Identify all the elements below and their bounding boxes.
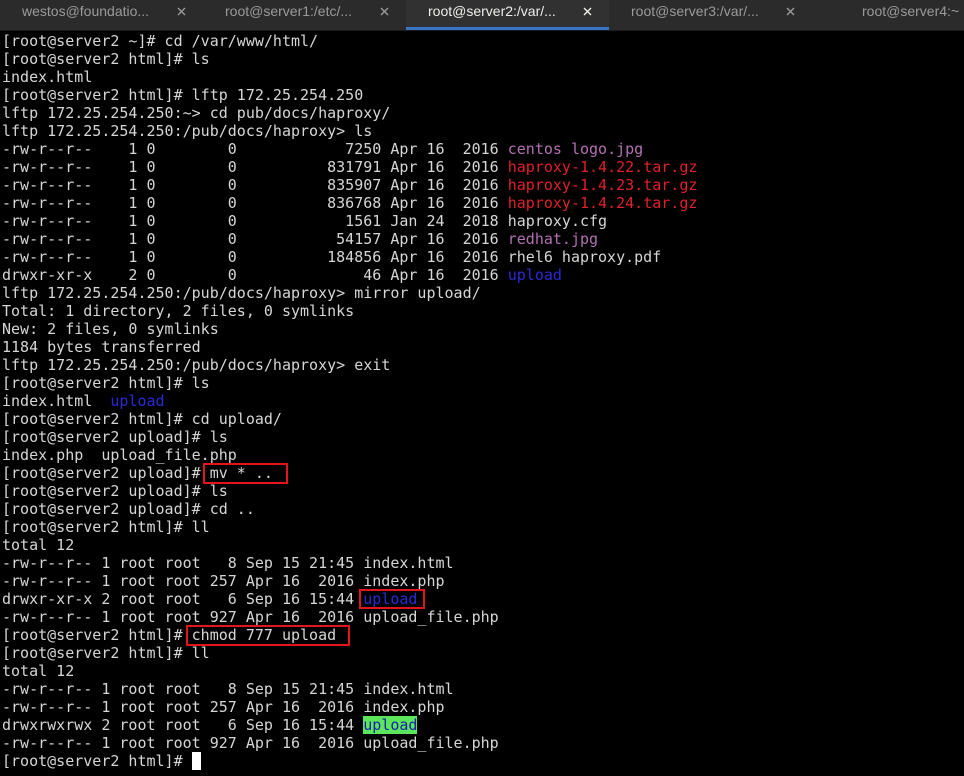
terminal-line: total 12 bbox=[2, 662, 75, 680]
terminal-line: -rw-r--r-- 1 root root 927 Apr 16 2016 u… bbox=[2, 734, 499, 752]
tab-label: root@server4:~ bbox=[862, 3, 960, 19]
directory-name: upload bbox=[110, 392, 165, 410]
terminal-line: 1184 bytes transferred bbox=[2, 338, 201, 356]
close-icon[interactable] bbox=[380, 7, 389, 16]
terminal-output[interactable]: [root@server2 ~]# cd /var/www/html/ [roo… bbox=[0, 31, 964, 776]
terminal-line: lftp 172.25.254.250:~> cd pub/docs/hapro… bbox=[2, 104, 391, 122]
close-icon[interactable] bbox=[786, 7, 795, 16]
shell-prompt: [root@server2 html]# bbox=[2, 752, 192, 770]
terminal-line: index.php upload_file.php bbox=[2, 446, 237, 464]
terminal-line: [root@server2 html]# ll bbox=[2, 644, 210, 662]
listing-details: -rw-r--r-- 1 0 0 836768 Apr 16 2016 bbox=[2, 194, 508, 212]
image-file-name: centos logo.jpg bbox=[507, 140, 644, 158]
terminal-line: -rw-r--r-- 1 0 0 1561 Jan 24 2018 haprox… bbox=[2, 212, 608, 230]
tab-server3[interactable]: root@server3:/var/... bbox=[609, 0, 812, 30]
image-file-name: redhat.jpg bbox=[507, 230, 599, 248]
terminal-line: drwxrwxrwx 2 root root 6 Sep 16 15:44 up… bbox=[2, 716, 964, 734]
tab-bar: westos@foundatio... root@server1:/etc/..… bbox=[0, 0, 964, 31]
terminal-line: [root@server2 upload]# cd .. bbox=[2, 500, 255, 518]
terminal-line: drwxr-xr-x 2 root root 6 Sep 16 15:44 up… bbox=[2, 590, 964, 608]
terminal-line: [root@server2 upload]# ls bbox=[2, 482, 228, 500]
listing-details: drwxr-xr-x 2 root root 6 Sep 16 15:44 bbox=[2, 590, 364, 608]
terminal-line: New: 2 files, 0 symlinks bbox=[2, 320, 219, 338]
archive-file-name: haproxy-1.4.24.tar.gz bbox=[507, 194, 698, 212]
terminal-line: [root@server2 html]# ll bbox=[2, 518, 210, 536]
text-cursor bbox=[191, 752, 201, 770]
terminal-line: -rw-r--r-- 1 0 0 835907 Apr 16 2016 hapr… bbox=[2, 176, 964, 194]
terminal-line: [root@server2 upload]# mv * .. bbox=[2, 464, 273, 482]
tab-server2[interactable]: root@server2:/var/... bbox=[406, 0, 609, 30]
terminal-line: [root@server2 ~]# cd /var/www/html/ bbox=[2, 32, 319, 50]
terminal-line: -rw-r--r-- 1 root root 257 Apr 16 2016 i… bbox=[2, 572, 445, 590]
archive-file-name: haproxy-1.4.23.tar.gz bbox=[507, 176, 698, 194]
terminal-line: [root@server2 html]# ls bbox=[2, 50, 210, 68]
tab-label: root@server2:/var/... bbox=[428, 3, 556, 19]
terminal-line: [root@server2 html]# lftp 172.25.254.250 bbox=[2, 86, 364, 104]
listing-details: -rw-r--r-- 1 0 0 831791 Apr 16 2016 bbox=[2, 158, 508, 176]
terminal-line: [root@server2 html]# bbox=[2, 752, 964, 770]
highlight-box-upload-dir bbox=[359, 589, 425, 609]
tab-westos-foundation[interactable]: westos@foundatio... bbox=[0, 0, 203, 30]
terminal-line: -rw-r--r-- 1 root root 257 Apr 16 2016 i… bbox=[2, 698, 445, 716]
terminal-line: -rw-r--r-- 1 0 0 54157 Apr 16 2016 redha… bbox=[2, 230, 964, 248]
terminal-line: -rw-r--r-- 1 root root 927 Apr 16 2016 u… bbox=[2, 608, 499, 626]
terminal-line: [root@server2 html]# chmod 777 upload bbox=[2, 626, 337, 644]
close-icon[interactable] bbox=[177, 7, 186, 16]
tab-label: root@server1:/etc/... bbox=[225, 3, 353, 19]
terminal-line: [root@server2 html]# cd upload/ bbox=[2, 410, 282, 428]
terminal-line: lftp 172.25.254.250:/pub/docs/haproxy> e… bbox=[2, 356, 391, 374]
directory-name: upload bbox=[507, 266, 562, 284]
terminal-line: [root@server2 upload]# ls bbox=[2, 428, 228, 446]
highlight-box-mv-command bbox=[203, 463, 288, 484]
listing-details: drwxr-xr-x 2 0 0 46 Apr 16 2016 bbox=[2, 266, 508, 284]
terminal-line: total 12 bbox=[2, 536, 75, 554]
terminal-line: -rw-r--r-- 1 root root 8 Sep 15 21:45 in… bbox=[2, 680, 454, 698]
terminal-window: westos@foundatio... root@server1:/etc/..… bbox=[0, 0, 964, 776]
tab-server4[interactable]: root@server4:~ bbox=[812, 0, 964, 30]
terminal-line: lftp 172.25.254.250:/pub/docs/haproxy> l… bbox=[2, 122, 373, 140]
listing-details: -rw-r--r-- 1 0 0 54157 Apr 16 2016 bbox=[2, 230, 508, 248]
listing-details: drwxrwxrwx 2 root root 6 Sep 16 15:44 bbox=[2, 716, 364, 734]
terminal-line: lftp 172.25.254.250:/pub/docs/haproxy> m… bbox=[2, 284, 481, 302]
listing-details: -rw-r--r-- 1 0 0 7250 Apr 16 2016 bbox=[2, 140, 508, 158]
terminal-line: index.html bbox=[2, 68, 93, 86]
terminal-line: index.html upload bbox=[2, 392, 964, 410]
terminal-line: -rw-r--r-- 1 0 0 184856 Apr 16 2016 rhel… bbox=[2, 248, 662, 266]
terminal-line: drwxr-xr-x 2 0 0 46 Apr 16 2016 upload bbox=[2, 266, 964, 284]
tab-label: root@server3:/var/... bbox=[631, 3, 759, 19]
archive-file-name: haproxy-1.4.22.tar.gz bbox=[507, 158, 698, 176]
listing-details: index.html bbox=[2, 392, 111, 410]
other-writable-directory-name: upload bbox=[363, 716, 418, 734]
listing-details: -rw-r--r-- 1 0 0 835907 Apr 16 2016 bbox=[2, 176, 508, 194]
tab-server1[interactable]: root@server1:/etc/... bbox=[203, 0, 406, 30]
terminal-line: -rw-r--r-- 1 0 0 836768 Apr 16 2016 hapr… bbox=[2, 194, 964, 212]
terminal-line: -rw-r--r-- 1 0 0 7250 Apr 16 2016 centos… bbox=[2, 140, 964, 158]
tab-label: westos@foundatio... bbox=[22, 3, 150, 19]
terminal-line: [root@server2 html]# ls bbox=[2, 374, 210, 392]
terminal-line: -rw-r--r-- 1 0 0 831791 Apr 16 2016 hapr… bbox=[2, 158, 964, 176]
terminal-line: -rw-r--r-- 1 root root 8 Sep 15 21:45 in… bbox=[2, 554, 454, 572]
close-icon[interactable] bbox=[583, 7, 592, 16]
highlight-box-chmod-command bbox=[186, 625, 350, 646]
terminal-line: Total: 1 directory, 2 files, 0 symlinks bbox=[2, 302, 355, 320]
